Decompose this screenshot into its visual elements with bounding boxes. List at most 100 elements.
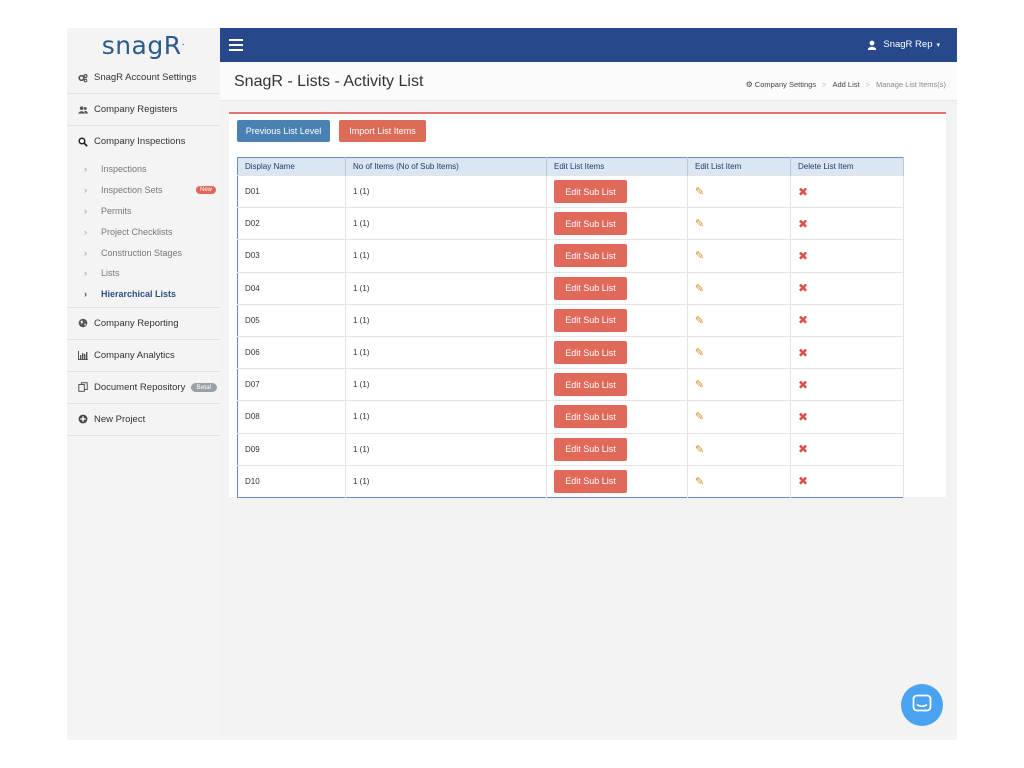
table-row: D01 1 (1) Edit Sub List ✎ ✖ [237,174,904,208]
edit-sub-list-button[interactable]: Edit Sub List [554,437,627,461]
sidebar-item-document-repository[interactable]: Document Repository Beta! [67,372,220,404]
sidebar-subitem-label: Project Checklists [101,226,173,237]
sidebar-subitem-permits[interactable]: › Permits [67,201,220,222]
edit-sub-list-button[interactable]: Edit Sub List [554,180,627,204]
edit-sub-list-button[interactable]: Edit Sub List [554,341,627,365]
display-name-cell: D06 [237,335,346,369]
app-window: snagR · SnagR Account Settings Company Re… [67,28,957,740]
sidebar-item-account-settings[interactable]: SnagR Account Settings [67,62,220,94]
page-title: SnagR - Lists - Activity List [234,73,424,90]
edit-list-items-cell: Edit Sub List [546,207,688,240]
edit-sub-list-button[interactable]: Edit Sub List [554,244,627,268]
edit-sub-list-button[interactable]: Edit Sub List [554,373,627,397]
display-name-cell: D08 [237,400,346,433]
display-name-cell: D02 [237,207,346,240]
breadcrumb-separator: > [865,80,870,89]
sidebar-subitem-hierarchical-lists[interactable]: › Hierarchical Lists [67,284,220,305]
item-count-cell: 1 (1) [345,432,547,466]
sidebar-item-company-reporting[interactable]: Company Reporting [67,308,220,340]
sidebar-subitem-label: Permits [101,205,132,216]
delete-icon[interactable]: ✖ [798,185,808,199]
edit-list-items-cell: Edit Sub List [546,335,688,369]
new-badge: New [195,186,216,195]
delete-icon[interactable]: ✖ [798,313,808,327]
delete-list-item-cell: ✖ [790,207,904,240]
sidebar-subitem-construction-stages[interactable]: › Construction Stages [67,242,220,263]
delete-list-item-cell: ✖ [790,400,904,433]
sidebar-item-label: SnagR Account Settings [94,72,197,83]
delete-icon[interactable]: ✖ [798,346,808,360]
breadcrumb-manage-list-items: Manage List Items(s) [875,80,946,89]
delete-list-item-cell: ✖ [790,271,904,305]
edit-sub-list-button[interactable]: Edit Sub List [554,276,627,300]
column-header-edit-list-items: Edit List Items [546,157,688,176]
edit-sub-list-button[interactable]: Edit Sub List [554,308,627,332]
item-count-cell: 1 (1) [345,239,547,273]
edit-list-item-cell: ✎ [687,239,791,273]
delete-icon[interactable]: ✖ [798,249,808,263]
breadcrumb-add-list[interactable]: Add List [832,80,859,89]
sidebar-item-company-inspections[interactable]: Company Inspections [67,126,220,157]
user-menu[interactable]: SnagR Rep ▾ [867,39,940,50]
pencil-icon[interactable]: ✎ [695,476,704,488]
column-header-delete-list-item: Delete List Item [790,157,904,176]
previous-list-level-button[interactable]: Previous List Level [237,120,330,142]
sidebar-item-label: New Project [94,413,146,425]
pencil-icon[interactable]: ✎ [695,411,704,423]
table-row: D10 1 (1) Edit Sub List ✎ ✖ [237,464,904,498]
pencil-icon[interactable]: ✎ [695,347,704,359]
menu-toggle-icon[interactable] [229,39,243,51]
item-count-cell: 1 (1) [345,335,547,369]
edit-sub-list-button[interactable]: Edit Sub List [554,212,627,236]
delete-icon[interactable]: ✖ [798,217,808,231]
column-header-display-name: Display Name [237,157,346,176]
edit-sub-list-button[interactable]: Edit Sub List [554,469,627,493]
pencil-icon[interactable]: ✎ [695,315,704,327]
pencil-icon[interactable]: ✎ [695,250,704,262]
user-icon [867,40,877,50]
delete-icon[interactable]: ✖ [798,378,808,392]
pencil-icon[interactable]: ✎ [695,444,704,456]
inspections-submenu: › Inspections › Inspection Sets New › Pe… [67,157,220,308]
chat-launcher-button[interactable] [901,684,943,726]
pencil-icon[interactable]: ✎ [695,186,704,198]
sidebar-item-label: Company Inspections [94,136,186,147]
top-navbar: SnagR Rep ▾ [220,28,957,62]
table-row: D04 1 (1) Edit Sub List ✎ ✖ [237,271,904,305]
logo[interactable]: snagR · [67,28,220,62]
edit-list-items-cell: Edit Sub List [546,464,688,498]
delete-icon[interactable]: ✖ [798,410,808,424]
delete-icon[interactable]: ✖ [798,442,808,456]
sidebar: snagR · SnagR Account Settings Company Re… [67,28,221,740]
chevron-right-icon: › [84,247,87,258]
pencil-icon[interactable]: ✎ [695,283,704,295]
sidebar-item-label: Company Analytics [94,349,175,361]
edit-list-item-cell: ✎ [687,303,791,337]
sidebar-subitem-inspection-sets[interactable]: › Inspection Sets New [67,180,220,201]
sidebar-subitem-lists[interactable]: › Lists [67,263,220,284]
delete-list-item-cell: ✖ [790,432,904,466]
edit-list-item-cell: ✎ [687,432,791,466]
pencil-icon[interactable]: ✎ [695,218,704,230]
sidebar-item-new-project[interactable]: New Project [67,404,220,436]
pencil-icon[interactable]: ✎ [695,379,704,391]
sidebar-subitem-label: Inspection Sets [101,185,163,196]
sidebar-subitem-inspections[interactable]: › Inspections [67,159,220,180]
sidebar-item-company-analytics[interactable]: Company Analytics [67,340,220,372]
sidebar-subitem-project-checklists[interactable]: › Project Checklists [67,221,220,242]
table-row: D07 1 (1) Edit Sub List ✎ ✖ [237,368,904,401]
sidebar-item-company-registers[interactable]: Company Registers [67,94,220,126]
delete-list-item-cell: ✖ [790,368,904,401]
import-list-items-button[interactable]: Import List Items [339,120,426,142]
breadcrumb-company-settings[interactable]: Company Settings [755,80,816,89]
sidebar-subitem-label: Hierarchical Lists [101,289,177,300]
edit-list-items-cell: Edit Sub List [546,271,688,305]
delete-icon[interactable]: ✖ [798,474,808,488]
item-count-cell: 1 (1) [345,464,547,498]
sidebar-item-label: Company Reporting [94,317,179,329]
edit-sub-list-button[interactable]: Edit Sub List [554,405,627,429]
edit-list-items-cell: Edit Sub List [546,239,688,273]
sidebar-item-label: Company Registers [94,104,178,115]
delete-icon[interactable]: ✖ [798,281,808,295]
gear-icon: ⚙ [745,80,753,89]
